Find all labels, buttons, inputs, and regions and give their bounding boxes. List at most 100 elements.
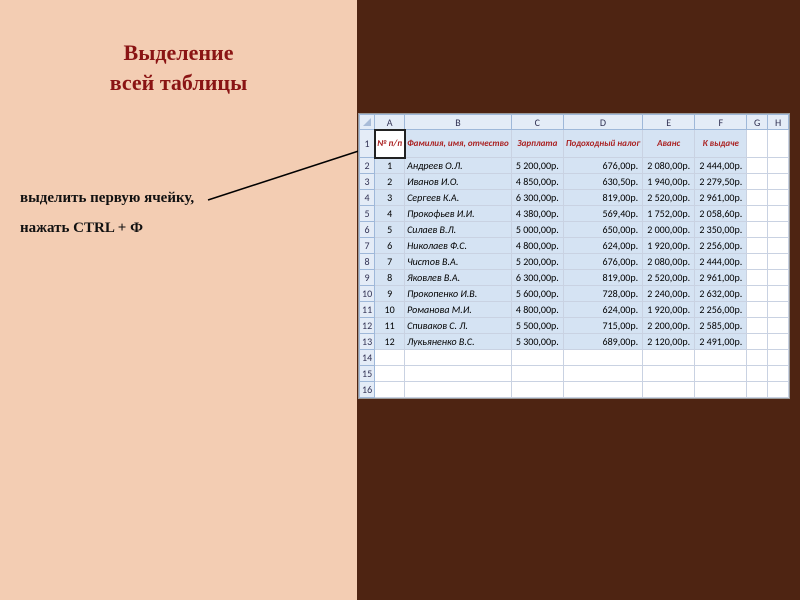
row-header[interactable]: 13 [360,334,375,350]
cell[interactable]: 2 491,00р. [695,334,747,350]
cell[interactable]: 5 000,00р. [511,222,563,238]
cell[interactable] [747,174,768,190]
cell[interactable] [747,382,768,398]
cell[interactable]: 819,00р. [563,270,642,286]
cell[interactable]: Зарплата [511,130,563,158]
cell[interactable]: Фамилия, имя, отчество [405,130,512,158]
cell[interactable] [643,366,695,382]
cell[interactable]: 2 080,00р. [643,254,695,270]
cell[interactable]: 5 200,00р. [511,158,563,174]
row-header[interactable]: 6 [360,222,375,238]
cell[interactable]: 2 [375,174,405,190]
cell[interactable] [747,270,768,286]
row-header[interactable]: 3 [360,174,375,190]
cell[interactable]: 689,00р. [563,334,642,350]
cell[interactable] [768,318,789,334]
cell[interactable] [768,334,789,350]
cell[interactable]: 3 [375,190,405,206]
cell[interactable]: Лукьяненко В.С. [405,334,512,350]
cell[interactable]: Прокофьев И.И. [405,206,512,222]
cell[interactable]: Романова М.И. [405,302,512,318]
cell[interactable] [768,350,789,366]
col-header[interactable]: E [643,115,695,130]
cell[interactable]: 2 632,00р. [695,286,747,302]
select-all-corner[interactable] [360,115,375,130]
cell[interactable]: 2 520,00р. [643,190,695,206]
cell[interactable] [511,382,563,398]
cell[interactable]: 630,50р. [563,174,642,190]
row-header[interactable]: 2 [360,158,375,174]
cell[interactable] [375,382,405,398]
cell[interactable]: Иванов И.О. [405,174,512,190]
cell[interactable] [643,382,695,398]
row-header[interactable]: 1 [360,130,375,158]
cell[interactable]: Сергеев К.А. [405,190,512,206]
cell[interactable]: 8 [375,270,405,286]
cell[interactable] [768,190,789,206]
cell[interactable]: К выдаче [695,130,747,158]
cell[interactable]: 624,00р. [563,302,642,318]
cell[interactable]: 4 850,00р. [511,174,563,190]
cell[interactable] [768,270,789,286]
cell[interactable]: 2 350,00р. [695,222,747,238]
row-header[interactable]: 12 [360,318,375,334]
cell[interactable] [747,190,768,206]
cell[interactable] [747,254,768,270]
cell[interactable]: 728,00р. [563,286,642,302]
cell[interactable] [563,350,642,366]
cell[interactable] [747,222,768,238]
cell[interactable]: 676,00р. [563,158,642,174]
cell[interactable]: Аванс [643,130,695,158]
row-header[interactable]: 16 [360,382,375,398]
cell[interactable]: Подоходный налог [563,130,642,158]
cell[interactable]: 4 380,00р. [511,206,563,222]
col-header[interactable]: B [405,115,512,130]
cell[interactable]: 715,00р. [563,318,642,334]
row-header[interactable]: 5 [360,206,375,222]
cell[interactable]: 569,40р. [563,206,642,222]
row-header[interactable]: 4 [360,190,375,206]
cell[interactable]: 4 800,00р. [511,238,563,254]
cell[interactable]: 5 200,00р. [511,254,563,270]
cell[interactable]: 1 752,00р. [643,206,695,222]
cell[interactable]: 11 [375,318,405,334]
cell[interactable]: 2 256,00р. [695,238,747,254]
cell[interactable] [768,158,789,174]
cell[interactable]: 676,00р. [563,254,642,270]
cell[interactable]: 2 080,00р. [643,158,695,174]
cell[interactable] [375,366,405,382]
cell[interactable]: 2 520,00р. [643,270,695,286]
cell[interactable]: 5 [375,222,405,238]
cell[interactable]: 2 961,00р. [695,190,747,206]
cell[interactable]: Прокопенко И.В. [405,286,512,302]
cell[interactable] [768,286,789,302]
cell[interactable] [695,382,747,398]
cell[interactable] [768,382,789,398]
col-header[interactable]: C [511,115,563,130]
cell[interactable]: 2 240,00р. [643,286,695,302]
cell[interactable] [747,206,768,222]
col-header[interactable]: F [695,115,747,130]
cell[interactable]: 650,00р. [563,222,642,238]
cell[interactable]: 5 600,00р. [511,286,563,302]
cell[interactable]: Яковлев В.А. [405,270,512,286]
cell[interactable] [747,238,768,254]
cell[interactable]: 2 585,00р. [695,318,747,334]
cell[interactable] [747,366,768,382]
cell[interactable]: Силаев В.Л. [405,222,512,238]
cell[interactable]: 5 500,00р. [511,318,563,334]
col-header[interactable]: H [768,115,789,130]
cell[interactable]: 1 [375,158,405,174]
cell[interactable] [747,350,768,366]
cell[interactable]: 2 058,60р. [695,206,747,222]
cell[interactable]: 2 444,00р. [695,254,747,270]
cell[interactable] [405,382,512,398]
cell[interactable] [695,350,747,366]
cell[interactable] [768,206,789,222]
cell[interactable] [747,318,768,334]
cell[interactable]: 2 444,00р. [695,158,747,174]
cell[interactable] [405,366,512,382]
cell[interactable]: 1 940,00р. [643,174,695,190]
cell[interactable]: 2 200,00р. [643,318,695,334]
row-header[interactable]: 7 [360,238,375,254]
